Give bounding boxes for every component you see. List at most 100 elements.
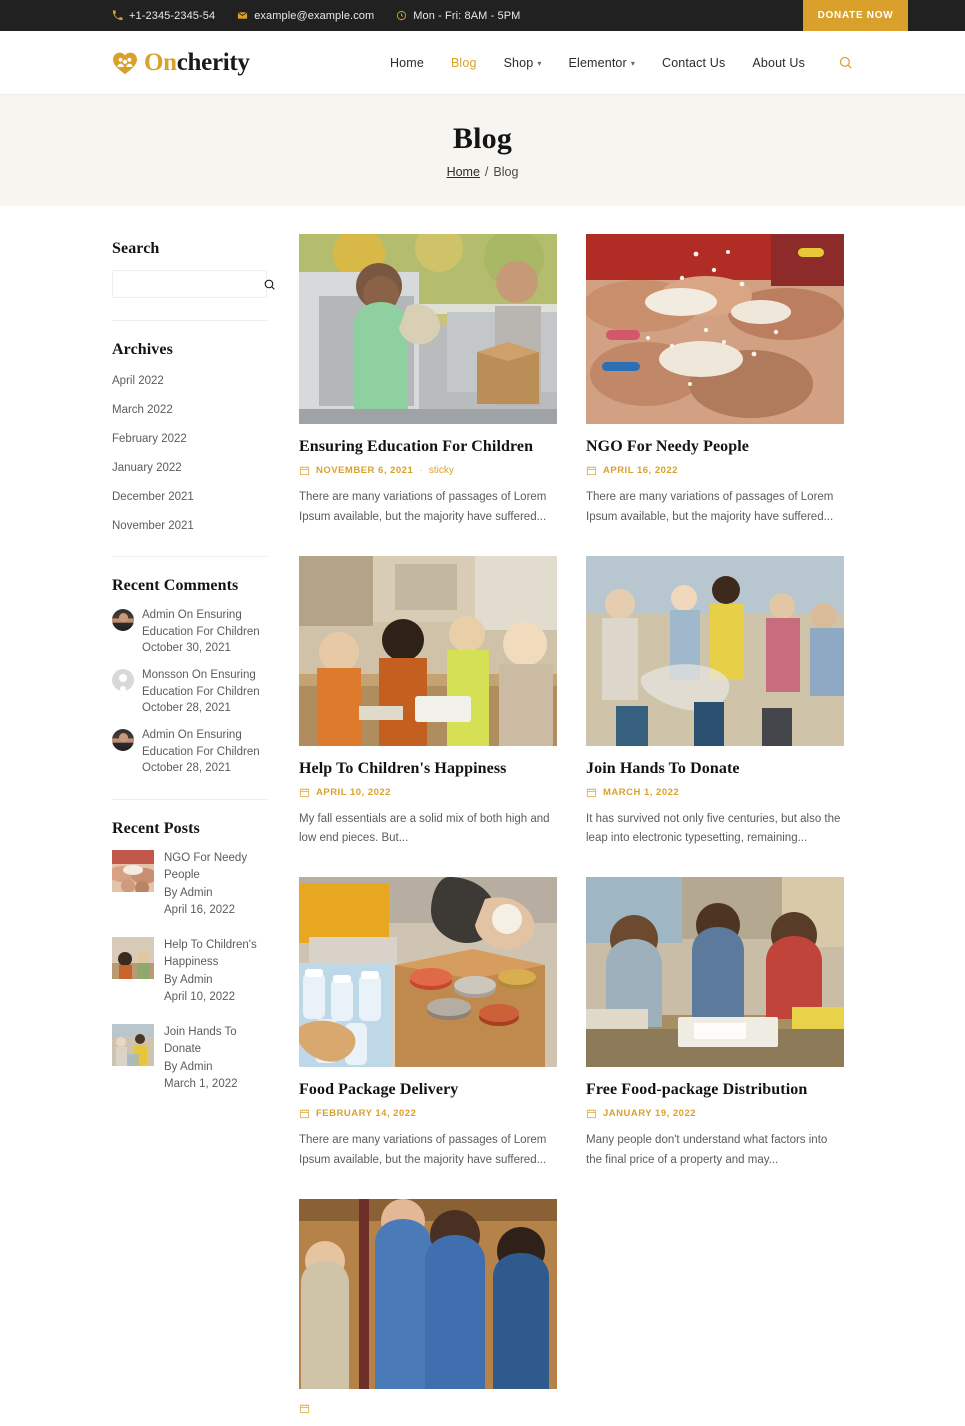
list-item[interactable]: Monsson On Ensuring Education For Childr… [112,667,267,717]
post-excerpt: There are many variations of passages of… [586,491,834,523]
post-meta: MARCH 1, 2022 [586,787,844,798]
top-bar-contact-group: +1-2345-2345-54 example@example.com Mon … [0,0,803,31]
calendar-icon [299,1108,310,1119]
search-input[interactable] [121,278,263,290]
post-meta: Help To Children's Happiness By Admin Ap… [164,937,267,1006]
calendar-icon [299,465,310,476]
post-title[interactable]: NGO For Needy People [586,438,844,456]
list-item[interactable]: Join Hands To Donate By Admin March 1, 2… [112,1024,267,1093]
sidebar-divider [112,320,267,321]
nav-label: Blog [450,55,477,70]
avatar [112,669,134,692]
nav-item-about-us[interactable]: About Us [752,56,805,70]
search-widget-title: Search [112,240,160,257]
search-widget: Search [112,240,275,298]
top-bar: +1-2345-2345-54 example@example.com Mon … [0,0,965,31]
post-thumbnail[interactable] [112,937,154,980]
page-hero: Blog Home / Blog [0,95,965,206]
hours-text: Mon - Fri: 8AM - 5PM [413,9,521,22]
page-body: Search Archives April 2022 March 2022 Fe… [0,206,965,1426]
list-item[interactable]: January 2022 [112,458,267,476]
chevron-down-icon: ▾ [537,59,542,68]
nav-label: Shop [503,55,534,70]
post-author: By Admin [164,886,213,899]
list-item[interactable]: NGO For Needy People By Admin April 16, … [112,850,267,919]
post-meta: FEBRUARY 14, 2022 [299,1108,557,1119]
search-icon[interactable] [838,55,853,70]
nav-label: About Us [752,55,805,70]
blog-post-card: Food Package Delivery FEBRUARY 14, 2022 … [299,877,557,1171]
post-featured-image[interactable] [586,877,844,1068]
post-featured-image[interactable] [586,234,844,424]
blog-post-card [299,1198,557,1426]
post-date: April 16, 2022 [164,903,235,916]
list-item[interactable]: April 2022 [112,371,267,389]
post-featured-image[interactable] [586,555,844,746]
post-thumbnail[interactable] [112,850,154,893]
post-title[interactable]: Free Food-package Distribution [586,1081,844,1099]
calendar-icon [586,787,597,798]
archive-link[interactable]: March 2022 [112,404,173,416]
search-box[interactable] [112,270,275,298]
site-logo[interactable]: Oncherity [112,49,250,77]
calendar-icon [586,1108,597,1119]
recent-posts-widget-title: Recent Posts [112,820,200,838]
email-contact[interactable]: example@example.com [237,10,374,22]
list-item[interactable]: Admin On Ensuring Education For Children… [112,727,267,777]
recent-post-link[interactable]: Join Hands To Donate [164,1024,267,1059]
comment-link[interactable]: Monsson On Ensuring Education For Childr… [142,669,260,698]
post-date: MARCH 1, 2022 [603,786,680,798]
post-excerpt: My fall essentials are a solid mix of bo… [299,812,550,845]
comment-body: Admin On Ensuring Education For Children… [142,607,267,657]
post-title[interactable]: Help To Children's Happiness [299,760,557,778]
comment-date: October 28, 2021 [142,702,231,715]
post-excerpt: Many people don't understand what factor… [586,1134,828,1166]
phone-contact[interactable]: +1-2345-2345-54 [112,10,215,22]
post-author: By Admin [164,973,213,986]
recent-post-link[interactable]: NGO For Needy People [164,850,267,885]
hours-info: Mon - Fri: 8AM - 5PM [396,10,520,22]
post-title[interactable]: Ensuring Education For Children [299,438,557,456]
phone-icon [112,10,123,21]
post-date: NOVEMBER 6, 2021 [316,465,414,476]
post-date: March 1, 2022 [164,1077,238,1090]
archives-list: April 2022 March 2022 February 2022 Janu… [112,371,267,534]
nav-label: Contact Us [662,55,726,70]
post-title[interactable]: Food Package Delivery [299,1081,557,1099]
nav-item-shop[interactable]: Shop ▾ [504,56,542,70]
nav-item-elementor[interactable]: Elementor ▾ [569,56,636,70]
post-featured-image[interactable] [299,234,557,424]
post-thumbnail[interactable] [112,1024,154,1067]
comment-link[interactable]: Admin On Ensuring Education For Children [142,609,260,638]
list-item[interactable]: March 2022 [112,400,267,418]
avatar [112,729,134,752]
nav-item-home[interactable]: Home [390,56,424,70]
post-title[interactable]: Join Hands To Donate [586,760,844,778]
nav-item-contact-us[interactable]: Contact Us [662,56,725,70]
archive-link[interactable]: December 2021 [112,491,194,503]
breadcrumb-home-link[interactable]: Home [447,165,480,179]
comment-link[interactable]: Admin On Ensuring Education For Children [142,729,260,758]
logo-wordmark: Oncherity [144,49,250,77]
post-featured-image[interactable] [299,877,557,1068]
archive-link[interactable]: April 2022 [112,375,164,387]
list-item[interactable]: Help To Children's Happiness By Admin Ap… [112,937,267,1006]
recent-post-link[interactable]: Help To Children's Happiness [164,937,267,972]
list-item[interactable]: December 2021 [112,487,267,505]
donate-now-button[interactable]: DONATE NOW [803,0,908,31]
archive-link[interactable]: January 2022 [112,462,182,474]
post-meta: APRIL 16, 2022 [586,465,844,476]
list-item[interactable]: Admin On Ensuring Education For Children… [112,607,267,657]
post-featured-image[interactable] [299,555,557,746]
list-item[interactable]: November 2021 [112,516,267,534]
search-submit-icon[interactable] [263,278,276,291]
archive-link[interactable]: February 2022 [112,433,187,445]
post-date: APRIL 16, 2022 [603,465,678,476]
blog-post-card: Help To Children's Happiness APRIL 10, 2… [299,555,557,850]
breadcrumb: Home / Blog [447,165,519,179]
nav-item-blog[interactable]: Blog [451,56,477,70]
recent-comments-widget-title: Recent Comments [112,577,239,594]
list-item[interactable]: February 2022 [112,429,267,447]
post-featured-image[interactable] [299,1198,557,1389]
archive-link[interactable]: November 2021 [112,520,194,532]
